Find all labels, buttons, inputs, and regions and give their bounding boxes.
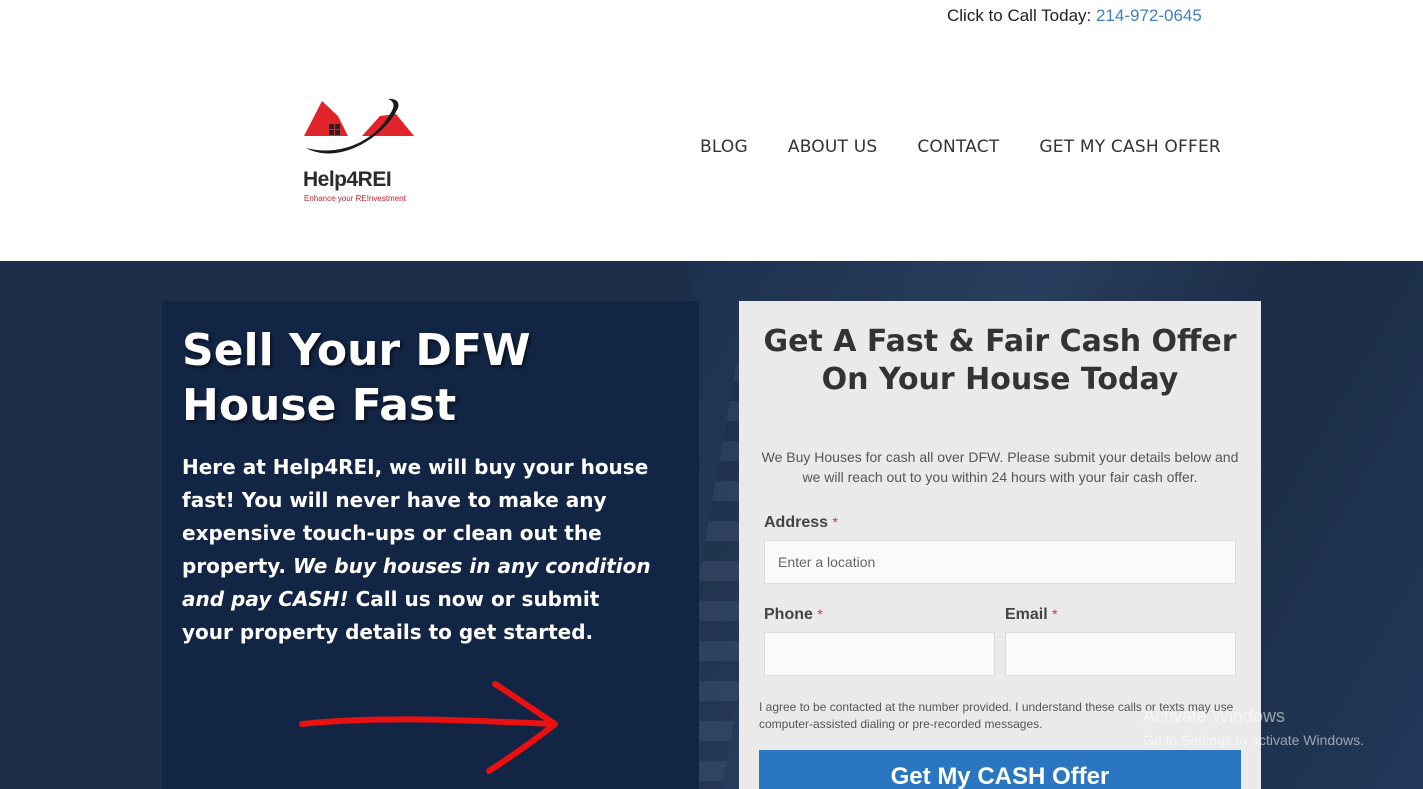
email-input[interactable] [1005,632,1236,676]
nav-contact[interactable]: CONTACT [917,137,999,157]
watermark-line2: Go to Settings to activate Windows. [1143,732,1364,748]
main-nav: BLOG ABOUT US CONTACT GET MY CASH OFFER [700,137,1221,157]
nav-blog[interactable]: BLOG [700,137,748,157]
phone-link[interactable]: 214-972-0645 [1096,6,1202,25]
phone-label: Phone * [764,606,823,624]
address-label: Address * [764,514,838,532]
logo-name: Help4REI [303,168,392,191]
form-title: Get A Fast & Fair Cash Offer On Your Hou… [763,324,1237,397]
watermark-line1: Activate Windows [1143,706,1286,726]
nav-about-us[interactable]: ABOUT US [788,137,877,157]
house-logo-icon [304,98,414,154]
form-subtitle: We Buy Houses for cash all over DFW. Ple… [761,449,1239,485]
required-mark: * [817,606,823,622]
address-label-text: Address [764,514,829,531]
windows-activation-watermark: Activate Windows Go to Settings to activ… [1143,706,1364,748]
nav-get-cash-offer[interactable]: GET MY CASH OFFER [1039,137,1221,157]
required-mark: * [1052,606,1058,622]
call-bar: Click to Call Today: 214-972-0645 [947,6,1202,26]
red-arrow-icon [299,681,558,774]
phone-label-text: Phone [764,606,813,623]
email-label-text: Email [1005,606,1048,623]
hero-text-panel: Sell Your DFW House Fast Here at Help4RE… [162,301,699,789]
call-label: Click to Call Today: [947,6,1096,25]
phone-input[interactable] [764,632,995,676]
get-cash-offer-button[interactable]: Get My CASH Offer [759,750,1241,789]
address-input[interactable] [764,540,1236,584]
email-label: Email * [1005,606,1058,624]
logo[interactable]: Help4REI Enhance your REInvestment [300,96,420,206]
hero-description: Here at Help4REI, we will buy your house… [182,451,652,649]
logo-tagline: Enhance your REInvestment [304,194,406,203]
required-mark: * [832,514,838,530]
hero-title: Sell Your DFW House Fast [182,325,531,431]
